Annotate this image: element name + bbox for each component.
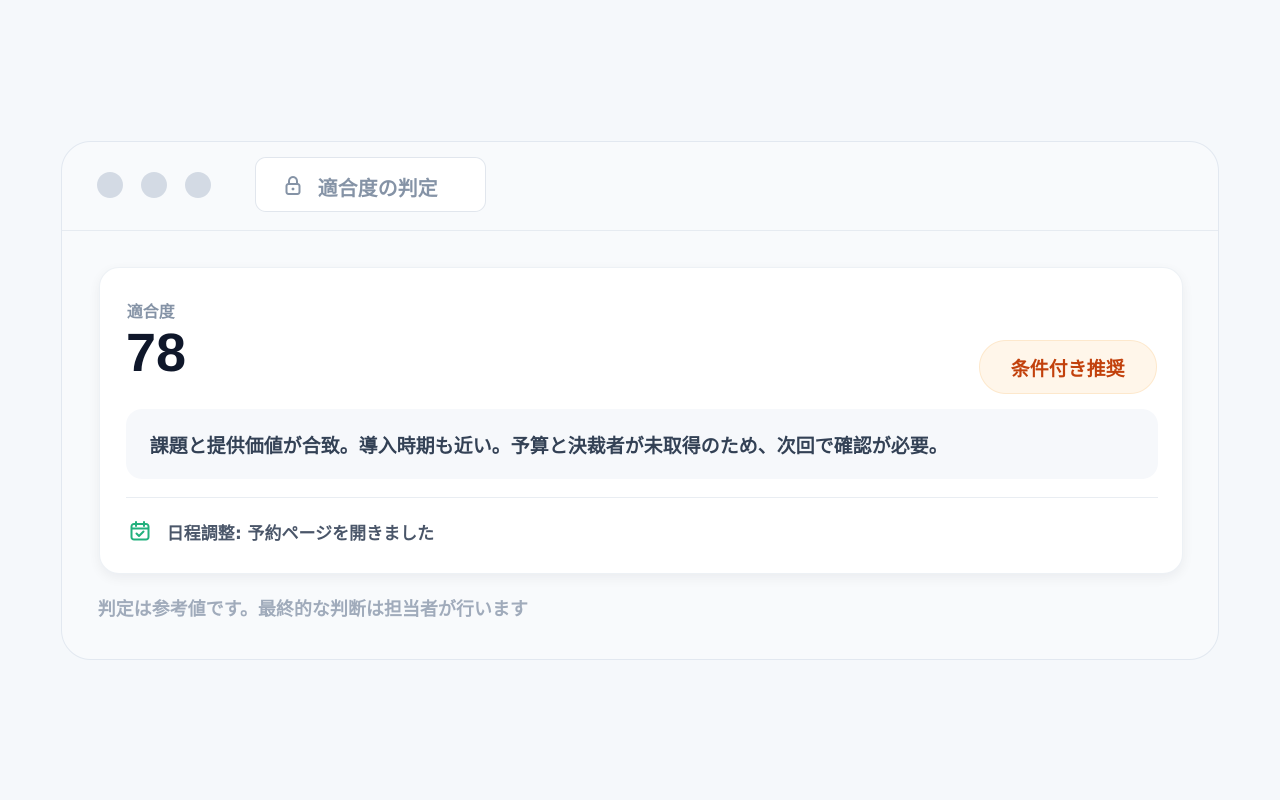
divider [126, 497, 1158, 498]
address-tab[interactable]: 適合度の判定 [255, 157, 486, 212]
summary-text: 課題と提供価値が合致。導入時期も近い。予算と決裁者が未取得のため、次回で確認が必… [126, 409, 1158, 479]
window-close-dot[interactable] [97, 172, 123, 198]
title-bar: 適合度の判定 [62, 142, 1218, 231]
recommendation-badge: 条件付き推奨 [979, 340, 1157, 394]
fit-score-card: 適合度 78 条件付き推奨 課題と提供価値が合致。導入時期も近い。予算と決裁者が… [99, 267, 1183, 574]
window-maximize-dot[interactable] [185, 172, 211, 198]
calendar-check-icon [129, 520, 151, 542]
app-window: 適合度の判定 適合度 78 条件付き推奨 課題と提供価値が合致。導入時期も近い。… [61, 141, 1219, 660]
score-value: 78 [126, 323, 187, 383]
score-label: 適合度 [127, 302, 176, 321]
lock-icon [283, 174, 303, 196]
disclaimer-note: 判定は参考値です。最終的な判断は担当者が行います [98, 599, 529, 620]
tab-title: 適合度の判定 [318, 176, 438, 200]
schedule-status: 日程調整: 予約ページを開きました [167, 524, 435, 544]
window-minimize-dot[interactable] [141, 172, 167, 198]
